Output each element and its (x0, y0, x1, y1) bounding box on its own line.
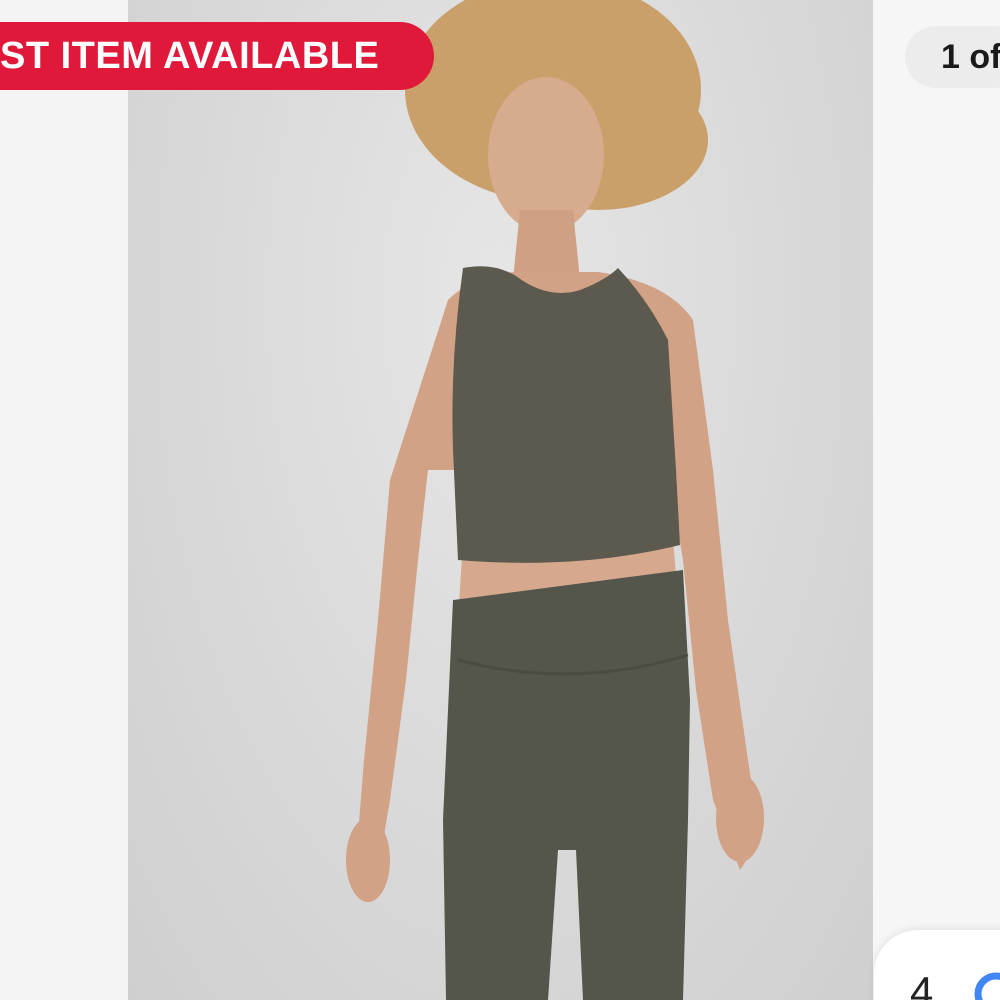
last-item-badge: ST ITEM AVAILABLE (0, 22, 434, 90)
product-image[interactable] (128, 0, 873, 1000)
next-image-peek[interactable] (873, 0, 1000, 1000)
neck (513, 210, 580, 280)
face (488, 77, 604, 233)
crop-top (452, 266, 680, 563)
lens-button[interactable]: 4 (874, 930, 1000, 1000)
leggings (443, 570, 690, 1000)
right-hand (716, 774, 764, 862)
model-illustration (346, 0, 764, 1000)
product-gallery: ST ITEM AVAILABLE 1 of 4 (0, 0, 1000, 1000)
previous-image-peek[interactable] (0, 0, 128, 1000)
left-hand (346, 818, 390, 902)
lens-search-icon (970, 968, 1000, 1000)
image-counter: 1 of (905, 26, 1000, 88)
lens-button-label: 4 (910, 968, 934, 1000)
